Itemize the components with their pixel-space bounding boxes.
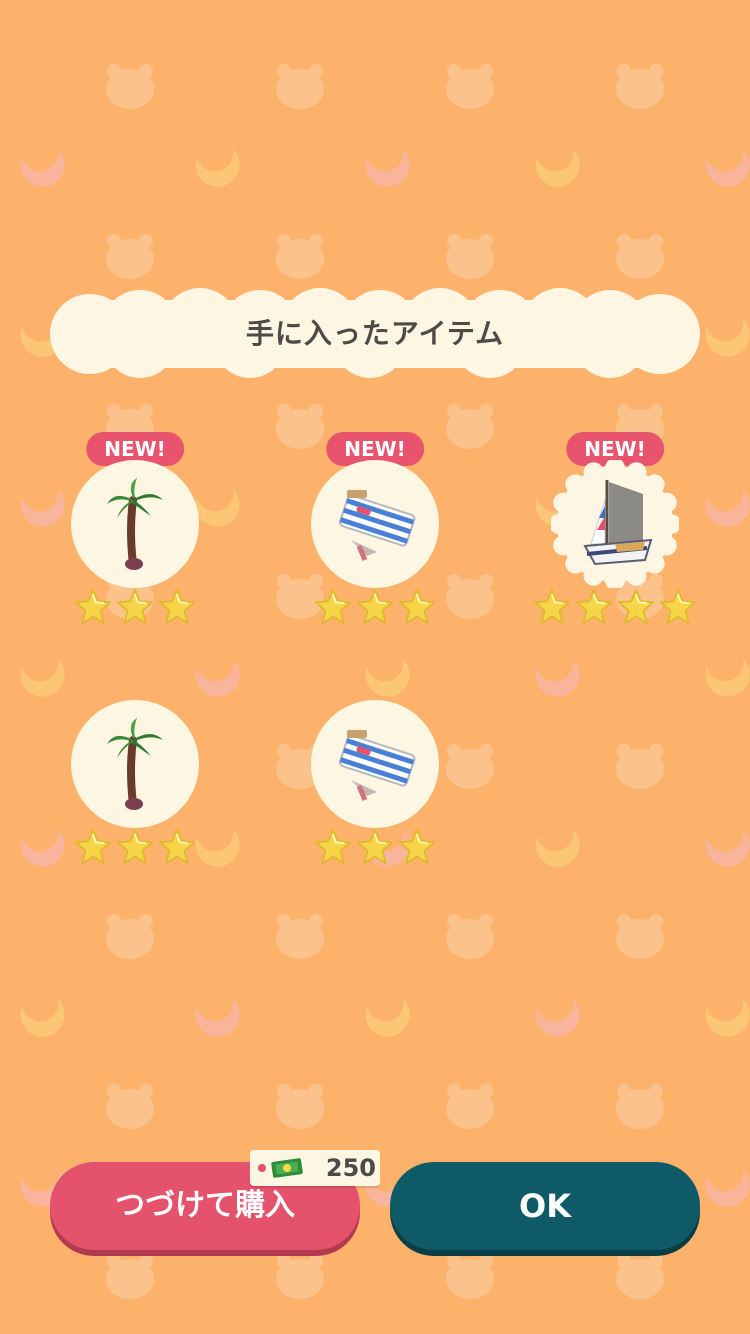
item-card[interactable]: NEW! <box>50 432 220 642</box>
rarity-stars <box>50 828 220 866</box>
item-disc <box>71 700 199 828</box>
star-icon <box>74 588 112 626</box>
star-icon <box>74 828 112 866</box>
leaf-ticket-icon <box>271 1158 303 1178</box>
beach-chair-icon <box>338 490 416 561</box>
item-card[interactable] <box>50 672 220 882</box>
tag-hole <box>258 1164 266 1172</box>
background-pattern <box>20 64 750 1299</box>
star-icon <box>158 828 196 866</box>
star-icon <box>116 828 154 866</box>
rarity-stars <box>290 588 460 626</box>
sailboat-icon <box>551 460 679 588</box>
star-icon <box>356 828 394 866</box>
price-tag: 250 <box>250 1150 380 1186</box>
star-icon <box>533 588 571 626</box>
star-icon <box>116 588 154 626</box>
item-disc <box>71 460 199 588</box>
price-value: 250 <box>325 1154 376 1182</box>
star-icon <box>356 588 394 626</box>
rarity-stars <box>290 828 460 866</box>
star-icon <box>659 588 697 626</box>
star-icon <box>398 828 436 866</box>
rarity-stars <box>530 588 700 626</box>
beach-chair-icon <box>338 730 416 801</box>
palm-tree-icon <box>107 478 163 570</box>
star-icon <box>314 828 352 866</box>
palm-tree-icon <box>107 718 163 810</box>
item-disc <box>311 460 439 588</box>
item-disc <box>551 460 679 588</box>
ok-button[interactable]: OK <box>390 1162 700 1250</box>
dialog-title: 手に入ったアイテム <box>245 317 505 350</box>
rarity-stars <box>50 588 220 626</box>
star-icon <box>398 588 436 626</box>
star-icon <box>575 588 613 626</box>
title-banner: 手に入ったアイテム <box>50 288 700 380</box>
star-icon <box>617 588 655 626</box>
item-card[interactable]: NEW! <box>290 432 460 642</box>
item-disc <box>311 700 439 828</box>
star-icon <box>158 588 196 626</box>
item-card[interactable] <box>290 672 460 882</box>
star-icon <box>314 588 352 626</box>
item-card[interactable]: NEW! <box>530 432 700 642</box>
